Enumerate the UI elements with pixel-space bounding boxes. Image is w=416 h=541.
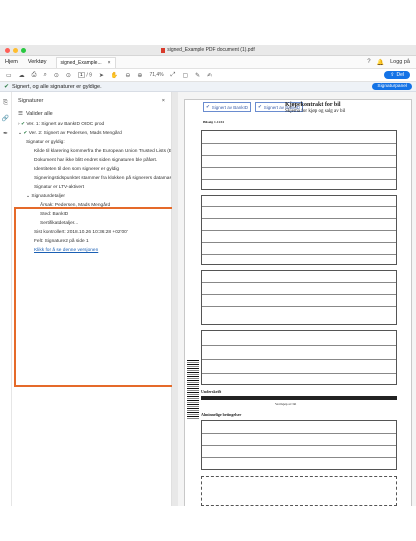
page-number-input[interactable] bbox=[77, 71, 85, 78]
zoom-in-icon[interactable]: ⊕ bbox=[137, 72, 142, 79]
signature-field: Felt: Signature2 på side 1 bbox=[34, 239, 89, 244]
save-icon[interactable]: ▭ bbox=[6, 72, 12, 79]
acrobat-window: signed_Example PDF document (1).pdf Hjem… bbox=[0, 45, 416, 506]
fit-page-icon[interactable]: ⤢ bbox=[171, 72, 176, 79]
certificate-details-link[interactable]: Sertifikatdetaljer... bbox=[12, 219, 171, 228]
validate-all-label: Valider alle bbox=[25, 111, 53, 117]
zoom-level[interactable]: 71,4% bbox=[149, 72, 163, 78]
signature-panel-icon[interactable]: ✒ bbox=[3, 130, 8, 137]
check-icon: ✔ bbox=[258, 104, 262, 109]
valid-check-icon: ✔ bbox=[20, 122, 25, 127]
select-tool-icon[interactable]: ➤ bbox=[99, 72, 104, 79]
check-icon: ✔ bbox=[206, 104, 210, 109]
view-version-link[interactable]: Klikk for å se denne versjonen bbox=[12, 246, 171, 255]
signature-detail: Kilde til klarering kommerfra the Europe… bbox=[34, 149, 171, 154]
login-link[interactable]: Logg på bbox=[390, 59, 410, 65]
chevron-down-icon: ⌄ bbox=[26, 194, 31, 199]
vertical-scrollbar[interactable] bbox=[172, 92, 178, 506]
document-heading: Kjøpekontrakt for bil bbox=[285, 102, 341, 108]
page-down-icon[interactable]: ⊙ bbox=[66, 72, 71, 79]
bookmark-icon[interactable]: ⎘ bbox=[3, 100, 8, 107]
signature-reason: Årsak: Pedersen, Mads Mengård bbox=[40, 203, 111, 208]
pdf-page: ✔ Signert av BankID ✔ Signert av BankID … bbox=[184, 99, 412, 506]
signature-bar bbox=[201, 396, 397, 400]
document-tab[interactable]: signed_Example... × bbox=[55, 56, 116, 68]
signature-location: Sted: BankID bbox=[40, 212, 69, 217]
document-subheading: Skjema for kjøp og salg av bil bbox=[285, 109, 346, 114]
price-block bbox=[201, 270, 397, 325]
valid-check-icon: ✔ bbox=[23, 131, 28, 136]
signature-2-label: Ver. 2: Signert av Pedersen, Mads Mengår… bbox=[28, 131, 122, 136]
signature-banner: ✔ Signert, og alle signaturer er gyldige… bbox=[0, 82, 416, 92]
search-icon[interactable]: ⌕ bbox=[43, 72, 46, 79]
main-area: ⎘ 🔗 ✒ Signaturer × ☰ Valider alle › ✔ Ve… bbox=[0, 92, 416, 506]
comment-icon[interactable]: ▢ bbox=[182, 72, 188, 79]
document-tab-label: signed_Example... bbox=[60, 59, 102, 66]
document-area: ✔ Signert av BankID ✔ Signert av BankID … bbox=[172, 92, 416, 506]
window-title: signed_Example PDF document (1).pdf bbox=[0, 47, 416, 53]
print-icon[interactable]: ⎙ bbox=[32, 72, 37, 79]
terms-block bbox=[201, 330, 397, 385]
signature-detail: Identiteten til den som signerer er gyld… bbox=[34, 167, 120, 172]
signature-header: Underskrift bbox=[201, 389, 222, 394]
signature-valid-icon: ✔ bbox=[4, 84, 10, 90]
hand-tool-icon[interactable]: ✋ bbox=[111, 72, 118, 79]
vehicle-block bbox=[201, 195, 397, 265]
page-navigator: / 9 bbox=[77, 71, 92, 79]
help-icon[interactable]: ? bbox=[367, 59, 370, 65]
attachment-icon[interactable]: 🔗 bbox=[2, 115, 9, 122]
seller-buyer-block bbox=[201, 130, 397, 190]
chevron-down-icon: ⌄ bbox=[18, 131, 23, 136]
signature-panel-title: Signaturer bbox=[18, 98, 44, 104]
signature-detail: Dokument har ikke blitt endret siden sig… bbox=[34, 158, 158, 163]
barcode bbox=[187, 360, 199, 420]
signature-panel: Signaturer × ☰ Valider alle › ✔ Ver. 1: … bbox=[12, 92, 189, 506]
conditions-block bbox=[201, 420, 397, 470]
signature-1-row[interactable]: › ✔ Ver. 1: Signert av BankID OIDC prod bbox=[12, 120, 171, 129]
menu-tools[interactable]: Verktøy bbox=[23, 59, 52, 65]
pen-icon[interactable]: ✎ bbox=[195, 72, 200, 79]
signature-status-text: Signert, og alle signaturer er gyldige. bbox=[12, 83, 102, 90]
share-button[interactable]: ⇪ Del bbox=[384, 71, 410, 79]
sign-icon[interactable]: ✍ bbox=[207, 72, 212, 79]
options-menu-icon[interactable]: ☰ bbox=[18, 111, 23, 117]
notification-bell-icon[interactable]: 🔔 bbox=[377, 59, 384, 66]
share-icon: ⇪ bbox=[390, 72, 395, 78]
validate-all-button[interactable]: ☰ Valider alle bbox=[12, 108, 171, 120]
title-bar: signed_Example PDF document (1).pdf bbox=[0, 45, 416, 56]
signature-panel-button[interactable]: Signaturpanel bbox=[372, 83, 412, 90]
signature-stamp[interactable]: ✔ Signert av BankID bbox=[203, 102, 252, 112]
signature-1-label: Ver. 1: Signert av BankID OIDC prod bbox=[26, 122, 105, 127]
signature-details-toggle[interactable]: ⌄ Signaturdetaljer bbox=[12, 192, 171, 201]
page-total: / 9 bbox=[86, 72, 92, 79]
footnotes-block bbox=[201, 476, 397, 506]
page-up-icon[interactable]: ⊙ bbox=[54, 72, 59, 79]
zoom-out-icon[interactable]: ⊖ bbox=[125, 72, 130, 79]
left-rail: ⎘ 🔗 ✒ bbox=[0, 92, 12, 506]
cloud-upload-icon[interactable]: ☁ bbox=[19, 72, 25, 79]
chevron-right-icon: › bbox=[18, 122, 20, 127]
signature-detail: Signeringstidspunktet stammer fra klokke… bbox=[34, 176, 171, 181]
close-panel-icon[interactable]: × bbox=[162, 98, 165, 104]
close-tab-icon[interactable]: × bbox=[108, 60, 111, 66]
form-id: Bilsalg 1-1234 bbox=[203, 120, 224, 124]
signature-detail: Signatur er gyldig: bbox=[26, 140, 65, 145]
toolbar: ▭ ☁ ⎙ ⌕ ⊙ ⊙ / 9 ➤ ✋ ⊖ ⊕ 71,4% ⤢ ▢ ✎ ✍ ⇪ … bbox=[0, 69, 416, 82]
pdf-file-icon bbox=[161, 47, 166, 53]
menu-home[interactable]: Hjem bbox=[0, 59, 23, 65]
tab-bar: Hjem Verktøy signed_Example... × ? 🔔 Log… bbox=[0, 56, 416, 69]
conditions-title: Alminnelige betingelser bbox=[201, 412, 242, 417]
signature-detail: Signatur er LTV-aktivert bbox=[34, 185, 85, 190]
signature-name: Ved kjøp av bil bbox=[275, 402, 297, 406]
last-checked: Sist kontrollert: 2018.10.26 10:36:28 +0… bbox=[34, 230, 128, 235]
signature-2-row[interactable]: ⌄ ✔ Ver. 2: Signert av Pedersen, Mads Me… bbox=[12, 129, 171, 138]
